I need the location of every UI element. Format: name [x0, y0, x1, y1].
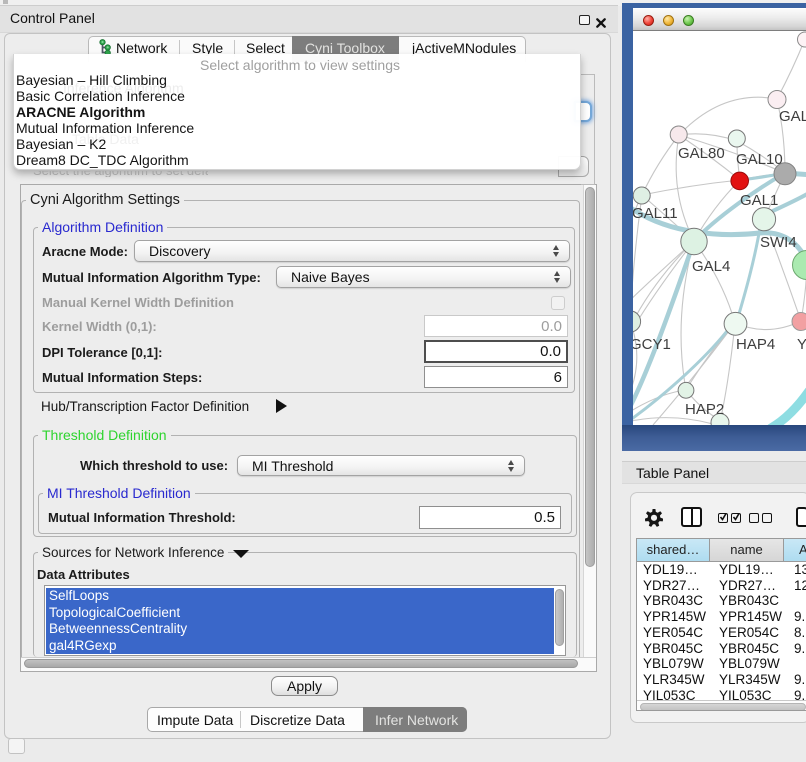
- svg-text:HAP2: HAP2: [685, 401, 724, 418]
- svg-text:GCY1: GCY1: [633, 336, 671, 353]
- svg-text:HAP4: HAP4: [736, 336, 775, 353]
- svg-text:GAL: GAL: [779, 108, 806, 125]
- svg-text:Y: Y: [797, 336, 806, 353]
- svg-text:GAL10: GAL10: [736, 151, 783, 168]
- svg-text:GAL11: GAL11: [633, 205, 678, 222]
- svg-text:GAL1: GAL1: [740, 192, 778, 209]
- svg-text:SWI4: SWI4: [760, 234, 797, 251]
- svg-text:GAL4: GAL4: [692, 258, 730, 275]
- svg-text:GAL80: GAL80: [678, 145, 725, 162]
